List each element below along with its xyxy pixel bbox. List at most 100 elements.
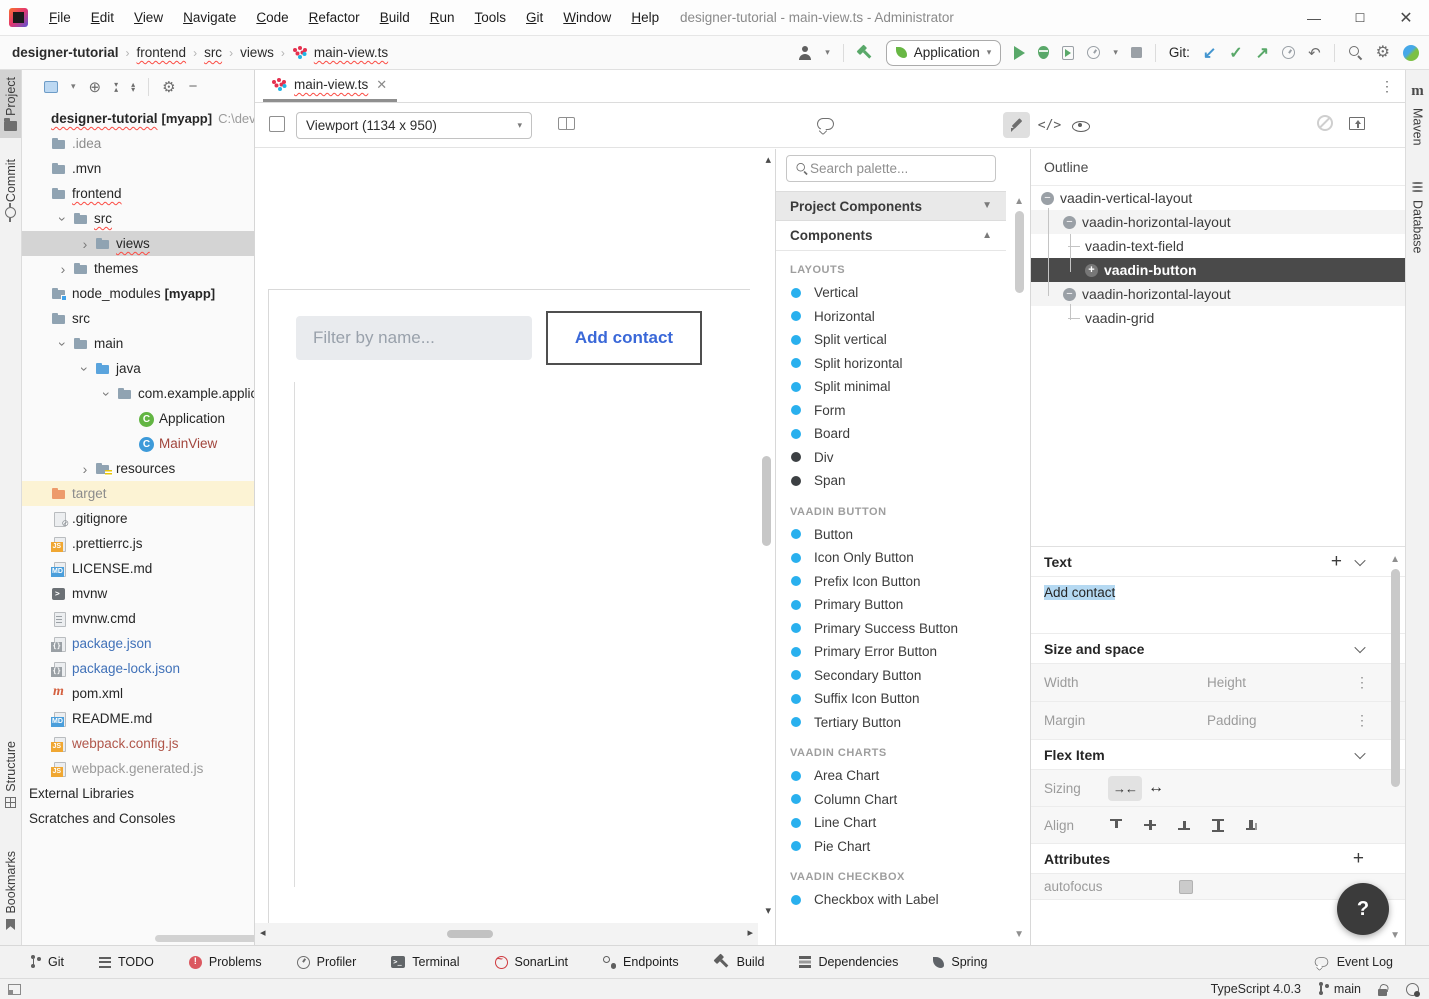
open-in-window-icon[interactable] — [1349, 117, 1365, 130]
breadcrumb-item-frontend[interactable]: frontend — [137, 45, 187, 60]
git-branch-widget[interactable]: main — [1318, 982, 1361, 996]
vscroll-thumb[interactable] — [762, 456, 771, 546]
tree-row-External-Libraries[interactable]: External Libraries — [22, 781, 254, 806]
tree-row-src[interactable]: ›src — [22, 206, 254, 231]
tree-row-mvnw-cmd[interactable]: mvnw.cmd — [22, 606, 254, 631]
section-header-attributes[interactable]: Attributes + — [1031, 844, 1405, 874]
menu-navigate[interactable]: Navigate — [174, 7, 245, 28]
git-commit-icon[interactable] — [1229, 43, 1242, 63]
chevron-down-icon[interactable]: ▾ — [1113, 47, 1118, 58]
locate-file-icon[interactable] — [89, 78, 102, 96]
filter-text-field[interactable]: Filter by name... — [296, 316, 532, 360]
tree-row-target[interactable]: target — [22, 481, 254, 506]
palette-item-split-vertical[interactable]: Split vertical — [776, 328, 1030, 352]
palette-header-components[interactable]: Components ▲ — [776, 221, 1006, 251]
outline-row-vaadin-grid[interactable]: vaadin-grid — [1031, 306, 1405, 330]
palette-item-pie-chart[interactable]: Pie Chart — [776, 835, 1030, 859]
tree-row-Application[interactable]: Application — [22, 406, 254, 431]
collapse-badge-icon[interactable]: − — [1041, 192, 1054, 205]
palette-item-primary-success-button[interactable]: Primary Success Button — [776, 617, 1030, 641]
expand-badge-icon[interactable]: + — [1085, 264, 1098, 277]
tool-window-git[interactable]: Git — [30, 955, 64, 969]
properties-scroll-thumb[interactable] — [1391, 569, 1400, 787]
palette-item-span[interactable]: Span — [776, 469, 1030, 493]
tree-row-mvnw[interactable]: mvnw — [22, 581, 254, 606]
chevron-down-icon[interactable] — [1354, 641, 1365, 652]
section-header-flex[interactable]: Flex Item — [1031, 740, 1405, 770]
tree-row-main[interactable]: ›main — [22, 331, 254, 356]
tree-row-webpack-generated-js[interactable]: webpack.generated.js — [22, 756, 254, 781]
palette-item-line-chart[interactable]: Line Chart — [776, 811, 1030, 835]
tool-stripe-database[interactable]: Database — [1406, 175, 1429, 261]
tree-row-webpack-config-js[interactable]: webpack.config.js — [22, 731, 254, 756]
margin-field[interactable]: Margin — [1044, 713, 1207, 728]
git-push-icon[interactable] — [1256, 43, 1269, 63]
sizing-grow-button[interactable] — [1142, 776, 1170, 801]
scroll-down-icon[interactable]: ▾ — [765, 906, 771, 917]
add-icon[interactable]: + — [1353, 849, 1364, 868]
viewport-select[interactable]: Viewport (1134 x 950) ▾ — [296, 112, 532, 139]
chevron-right-icon[interactable]: › — [77, 461, 93, 477]
palette-item-secondary-button[interactable]: Secondary Button — [776, 664, 1030, 688]
menu-code[interactable]: Code — [247, 7, 297, 28]
scroll-up-icon[interactable]: ▲ — [1390, 555, 1400, 565]
tool-stripe-commit[interactable]: Commit — [0, 152, 21, 225]
palette-item-primary-button[interactable]: Primary Button — [776, 593, 1030, 617]
menu-view[interactable]: View — [125, 7, 172, 28]
palette-item-primary-error-button[interactable]: Primary Error Button — [776, 640, 1030, 664]
user-icon[interactable] — [797, 46, 812, 60]
breadcrumb-item-views[interactable]: views — [240, 45, 274, 60]
section-header-size[interactable]: Size and space — [1031, 634, 1405, 664]
menu-build[interactable]: Build — [371, 7, 419, 28]
palette-item-button[interactable]: Button — [776, 523, 1030, 547]
scroll-down-icon[interactable]: ▼ — [1390, 931, 1400, 941]
palette-search-box[interactable] — [786, 155, 996, 182]
tool-window-build[interactable]: Build — [714, 954, 765, 970]
lock-icon[interactable] — [1378, 983, 1389, 996]
split-orientation-icon[interactable] — [558, 117, 575, 130]
tree-row-MainView[interactable]: MainView — [22, 431, 254, 456]
palette-item-vertical[interactable]: Vertical — [776, 281, 1030, 305]
scroll-down-icon[interactable]: ▼ — [1014, 930, 1024, 940]
tool-window-profiler[interactable]: Profiler — [297, 955, 357, 969]
tree-row--gitignore[interactable]: .gitignore — [22, 506, 254, 531]
section-header-text[interactable]: Text + — [1031, 547, 1405, 577]
profiler-icon[interactable] — [1087, 46, 1100, 59]
artboard[interactable]: Filter by name... Add contact — [268, 289, 750, 923]
palette-item-div[interactable]: Div — [776, 446, 1030, 470]
width-field[interactable]: Width — [1044, 675, 1207, 690]
tree-row-LICENSE-md[interactable]: LICENSE.md — [22, 556, 254, 581]
tree-row-java[interactable]: ›java — [22, 356, 254, 381]
more-options-kebab-icon[interactable]: ⋮ — [1355, 674, 1370, 691]
tree-row-designer-tutorial[interactable]: designer-tutorial [myapp]C:\dev\ — [22, 106, 254, 131]
design-canvas[interactable]: Filter by name... Add contact ▴ ▾ ◂ ▸ — [255, 149, 775, 945]
outline-row-vaadin-button[interactable]: +vaadin-button — [1031, 258, 1405, 282]
collapse-badge-icon[interactable]: − — [1063, 216, 1076, 229]
maximize-icon[interactable]: ☐ — [1337, 0, 1383, 36]
tool-stripe-bookmarks[interactable]: Bookmarks — [0, 844, 21, 937]
tree-row-pom-xml[interactable]: pom.xml — [22, 681, 254, 706]
git-update-icon[interactable] — [1203, 43, 1216, 63]
menu-refactor[interactable]: Refactor — [300, 7, 369, 28]
menu-run[interactable]: Run — [421, 7, 464, 28]
autofocus-checkbox[interactable] — [1179, 880, 1193, 894]
selection-mode-icon[interactable] — [269, 116, 285, 132]
tool-window-event-log[interactable]: Event Log — [1313, 955, 1393, 969]
close-tab-icon[interactable]: ✕ — [376, 77, 387, 93]
minimize-icon[interactable]: — — [1291, 0, 1337, 36]
chevron-down-icon[interactable]: ▾ — [71, 81, 76, 92]
chevron-down-icon[interactable]: › — [55, 211, 71, 227]
typescript-version[interactable]: TypeScript 4.0.3 — [1211, 982, 1301, 996]
align-stretch-icon[interactable] — [1210, 817, 1226, 833]
undo-icon[interactable] — [1308, 44, 1321, 62]
palette-item-icon-only-button[interactable]: Icon Only Button — [776, 546, 1030, 570]
tool-window-terminal[interactable]: Terminal — [391, 955, 459, 969]
run-with-coverage-icon[interactable] — [1062, 46, 1074, 60]
palette-item-form[interactable]: Form — [776, 399, 1030, 423]
align-baseline-icon[interactable] — [1244, 817, 1260, 833]
canvas-vscrollbar[interactable]: ▴ ▾ — [758, 149, 775, 923]
tool-window-problems[interactable]: Problems — [189, 955, 262, 969]
align-center-icon[interactable] — [1142, 817, 1158, 833]
scroll-right-icon[interactable]: ▸ — [747, 928, 753, 939]
tool-stripe-project[interactable]: Project — [0, 70, 21, 138]
